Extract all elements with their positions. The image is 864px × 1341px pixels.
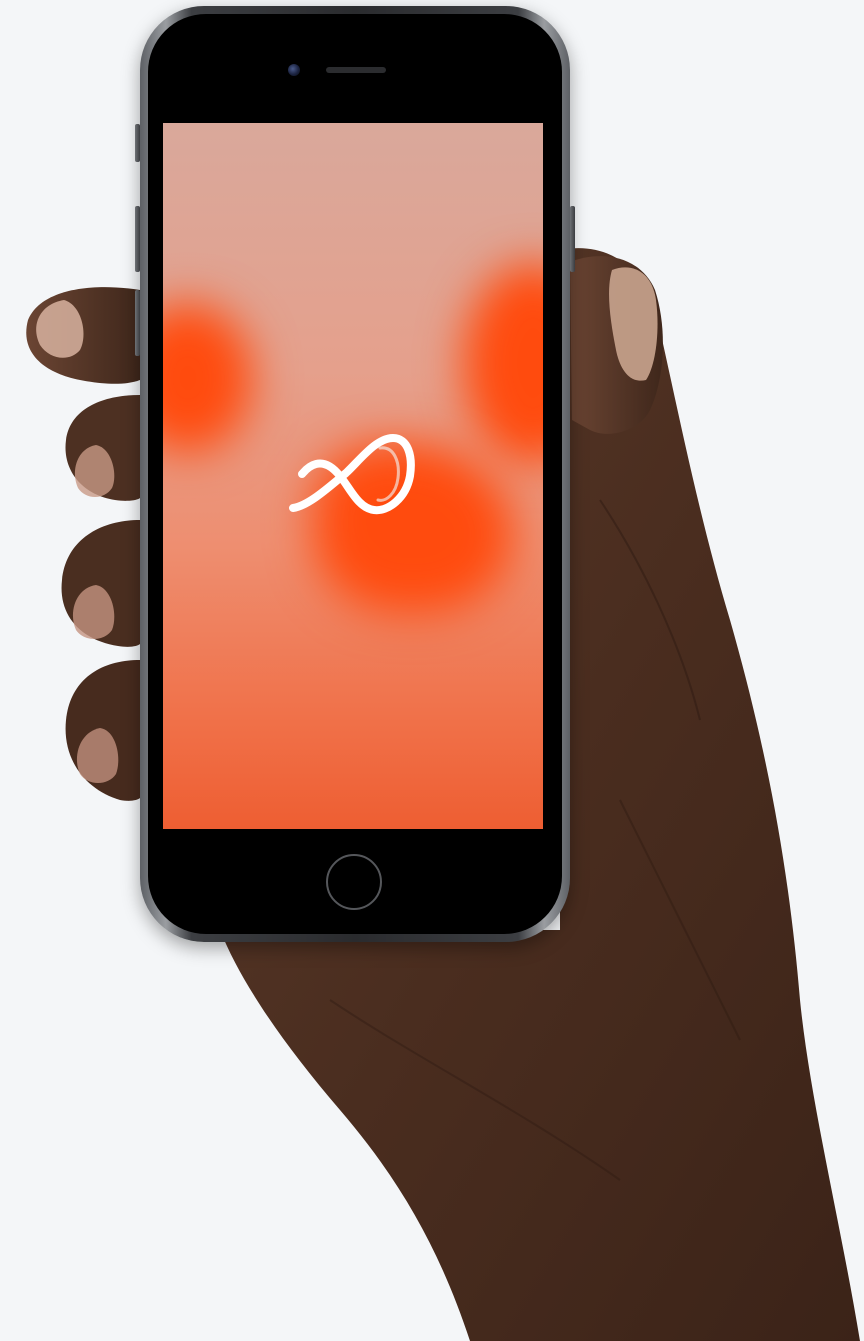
front-camera-icon bbox=[288, 64, 300, 76]
home-button-icon[interactable] bbox=[326, 854, 382, 910]
mockup-stage bbox=[0, 0, 864, 1341]
background-blob-left bbox=[163, 303, 253, 453]
background-blob-right bbox=[463, 263, 543, 463]
app-splash-screen[interactable] bbox=[163, 123, 543, 829]
power-button[interactable] bbox=[570, 206, 575, 272]
mute-switch bbox=[135, 124, 140, 162]
infinity-ribbon-logo-icon bbox=[289, 434, 415, 515]
volume-down-button[interactable] bbox=[135, 290, 140, 356]
volume-up-button[interactable] bbox=[135, 206, 140, 272]
earpiece-speaker bbox=[326, 67, 386, 73]
